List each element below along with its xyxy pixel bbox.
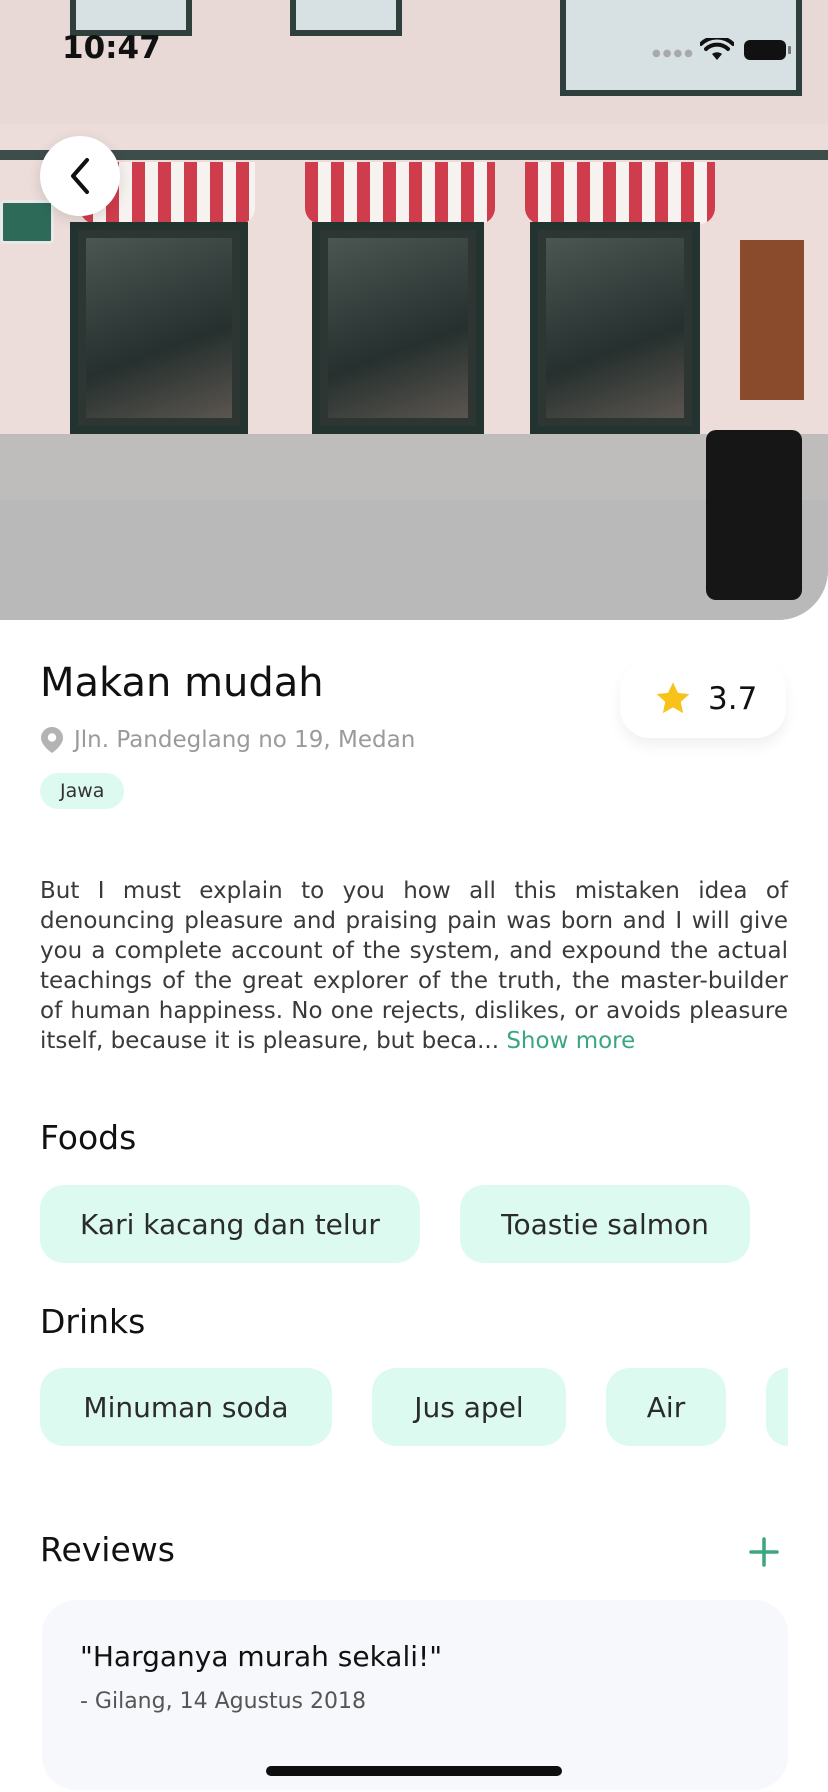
hero-door xyxy=(740,240,804,400)
drink-chip-partial[interactable] xyxy=(766,1368,788,1446)
hero-awning xyxy=(525,162,715,224)
drink-chip[interactable]: Jus apel xyxy=(372,1368,566,1446)
star-icon xyxy=(656,682,690,714)
location-pin-icon xyxy=(41,727,63,753)
review-author: - Gilang, 14 Agustus 2018 xyxy=(80,1689,366,1714)
battery-icon xyxy=(744,40,791,60)
drink-chip[interactable]: Minuman soda xyxy=(40,1368,332,1446)
show-more-link[interactable]: Show more xyxy=(506,1028,635,1054)
add-review-button[interactable] xyxy=(748,1536,780,1568)
chevron-left-icon xyxy=(71,158,89,194)
hero-sidewalk xyxy=(0,500,828,620)
hero-window xyxy=(70,222,248,434)
status-icons: ●●●● xyxy=(652,38,792,62)
review-card: "Harganya murah sekali!" - Gilang, 14 Ag… xyxy=(42,1600,788,1790)
restaurant-address: Jln. Pandeglang no 19, Medan xyxy=(40,726,415,754)
food-chip[interactable]: Toastie salmon xyxy=(460,1185,750,1263)
hero-trash-bin xyxy=(706,430,802,600)
rating-value: 3.7 xyxy=(708,681,758,717)
restaurant-hero-image xyxy=(0,0,828,620)
reviews-section-title: Reviews xyxy=(40,1530,175,1569)
back-button[interactable] xyxy=(40,136,120,216)
description-text: But I must explain to you how all this m… xyxy=(40,878,788,1054)
hero-ledge xyxy=(0,150,828,160)
status-time: 10:47 xyxy=(62,30,161,66)
food-chip[interactable]: Kari kacang dan telur xyxy=(40,1185,420,1263)
review-quote: "Harganya murah sekali!" xyxy=(80,1640,443,1673)
hero-upper-window xyxy=(290,0,402,36)
restaurant-name: Makan mudah xyxy=(40,660,324,706)
hero-window xyxy=(530,222,700,434)
rating-badge: 3.7 xyxy=(620,660,786,738)
drinks-section-title: Drinks xyxy=(40,1302,146,1341)
signal-icon: ●●●● xyxy=(652,48,695,59)
address-text: Jln. Pandeglang no 19, Medan xyxy=(74,727,416,753)
drink-chip[interactable]: Air xyxy=(606,1368,726,1446)
hero-window xyxy=(312,222,484,434)
home-indicator xyxy=(266,1766,562,1776)
hero-bistro-sign xyxy=(0,200,54,244)
wifi-icon xyxy=(700,38,734,60)
restaurant-description: But I must explain to you how all this m… xyxy=(40,876,788,1056)
foods-section-title: Foods xyxy=(40,1118,137,1157)
cuisine-tag: Jawa xyxy=(40,773,125,809)
hero-awning xyxy=(305,162,495,224)
